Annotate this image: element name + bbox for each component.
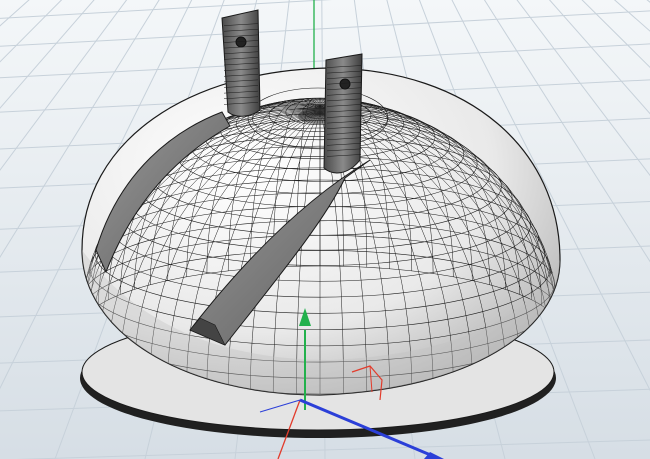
plug-prong-right[interactable] <box>323 53 363 174</box>
hemisphere-plug-mesh[interactable] <box>80 67 561 438</box>
3d-viewport[interactable] <box>0 0 650 459</box>
plug-prong-left[interactable] <box>221 9 261 117</box>
scene-canvas[interactable] <box>0 0 650 459</box>
